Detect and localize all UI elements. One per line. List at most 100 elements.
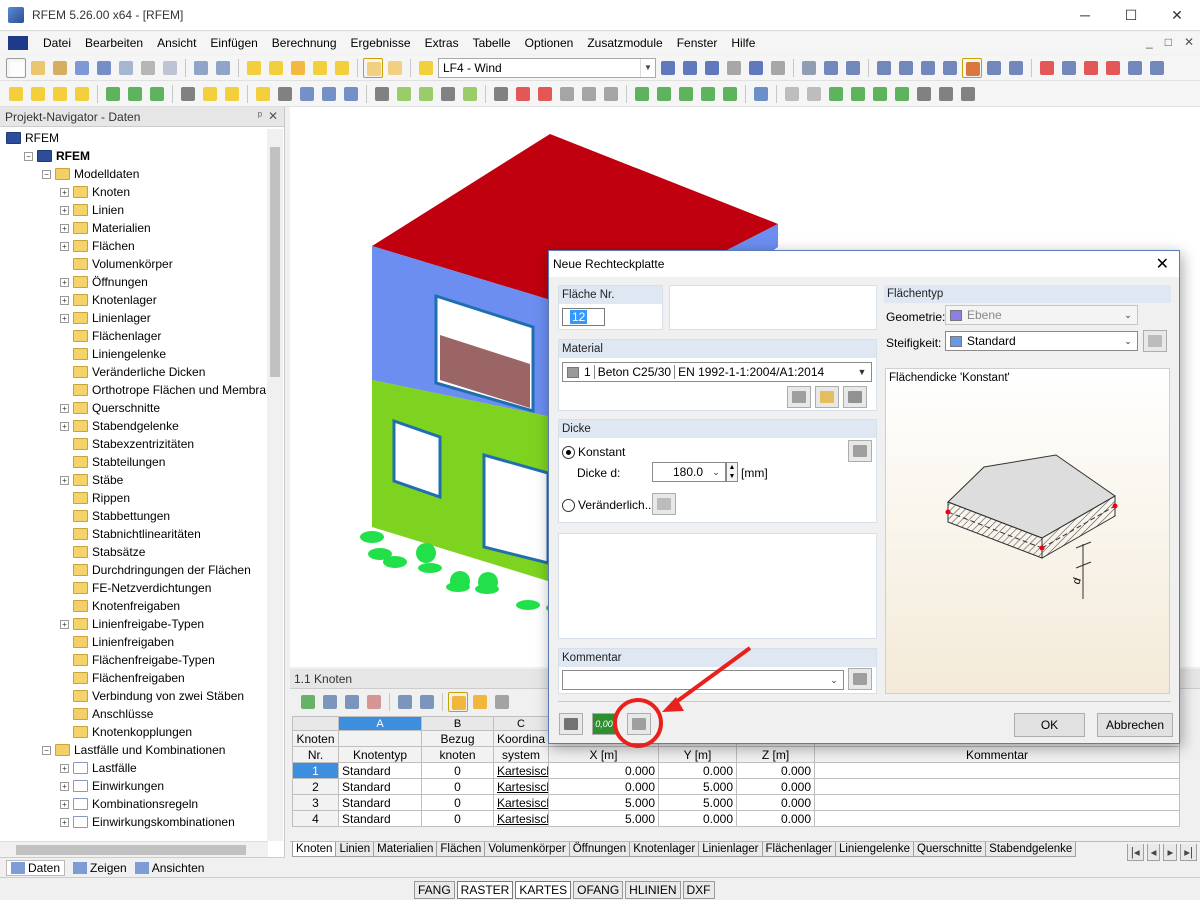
table-cell-nr[interactable]: 4 [292, 810, 339, 827]
navigator-close-icon[interactable]: ✕ [268, 109, 278, 123]
table-cell-typ[interactable]: Standard [338, 794, 422, 811]
tree-item[interactable]: Veränderliche Dicken [0, 363, 268, 381]
table-cell-y[interactable]: 0.000 [658, 810, 737, 827]
table-sync-icon[interactable] [448, 692, 468, 712]
sheet-tab[interactable]: Knoten [292, 842, 337, 857]
connect-icon[interactable] [1147, 58, 1167, 78]
tree-item[interactable]: Flächenfreigaben [0, 669, 268, 687]
table-cell-sys[interactable]: Kartesisch [493, 778, 549, 795]
sheet-tab[interactable]: Liniengelenke [834, 842, 914, 857]
tree-item[interactable]: Flächenfreigabe-Typen [0, 651, 268, 669]
col-letter-a[interactable]: A [338, 716, 422, 731]
expand-icon[interactable]: + [60, 403, 69, 413]
tree-item[interactable]: Stabteilungen [0, 453, 268, 471]
tree-item[interactable]: − Lastfälle und Kombinationen [0, 741, 268, 759]
sheet-tab[interactable]: Linienlager [698, 842, 763, 857]
menu-optionen[interactable]: Optionen [518, 36, 581, 50]
new-material-button[interactable] [815, 386, 839, 408]
status-hlinien[interactable]: HLINIEN [625, 881, 681, 899]
table-view-icon[interactable] [363, 57, 383, 78]
table-cell-sys[interactable]: Kartesisch [493, 762, 549, 779]
tree-item[interactable]: Anschlüsse [0, 705, 268, 723]
door-opening[interactable] [482, 453, 550, 565]
table-cell-kommentar[interactable] [814, 794, 1180, 811]
tree-item[interactable]: + Linienlager [0, 309, 268, 327]
tree-item[interactable]: − RFEM [0, 147, 268, 165]
expand-icon[interactable]: + [60, 223, 69, 233]
new-surface-icon[interactable] [72, 84, 92, 104]
new-node-icon[interactable] [6, 84, 26, 104]
edit-material-button[interactable] [843, 386, 867, 408]
target-icon[interactable] [288, 58, 308, 78]
expand-icon[interactable]: + [60, 421, 69, 431]
surface-number-field[interactable]: 12 [562, 308, 605, 326]
table-row[interactable]: 3 Standard 0 Kartesisch 5.000 5.000 0.000 [292, 794, 1180, 811]
table-select-icon[interactable] [470, 692, 490, 712]
tree-item[interactable]: Orthotrope Flächen und Membrar [0, 381, 268, 399]
edit-pencil-icon[interactable] [244, 58, 264, 78]
copy-icon[interactable] [332, 58, 352, 78]
tree-item[interactable]: Stabexzentrizitäten [0, 435, 268, 453]
table-filter-icon[interactable] [364, 692, 384, 712]
menu-tabelle[interactable]: Tabelle [466, 36, 518, 50]
tree-item[interactable]: Stabnichtlinearitäten [0, 525, 268, 543]
table-icon[interactable] [936, 84, 956, 104]
results-max-icon[interactable] [768, 58, 788, 78]
expand-icon[interactable]: + [60, 205, 69, 215]
results-on-icon[interactable] [702, 58, 722, 78]
mdi-minimize-button[interactable]: _ [1146, 35, 1153, 49]
expand-icon[interactable]: + [60, 817, 69, 827]
comment-icon[interactable] [804, 84, 824, 104]
table-cell-y[interactable]: 5.000 [658, 778, 737, 795]
expand-icon[interactable]: + [60, 241, 69, 251]
material-library-button[interactable] [787, 386, 811, 408]
table-cell-nr[interactable]: 1 [292, 762, 339, 779]
member-load-icon[interactable] [222, 84, 242, 104]
view-y-icon[interactable] [654, 84, 674, 104]
active-tool-icon[interactable] [962, 57, 982, 78]
tree-item[interactable]: + Knoten [0, 183, 268, 201]
minimize-button[interactable]: ─ [1062, 0, 1108, 31]
status-kartes[interactable]: KARTES [515, 881, 572, 899]
table-cell-y[interactable]: 5.000 [658, 794, 737, 811]
table-cell-bezug[interactable]: 0 [421, 794, 494, 811]
tree-item[interactable]: + Querschnitte [0, 399, 268, 417]
radio-veraenderlich[interactable]: Veränderlich... [562, 498, 655, 512]
table-cell-z[interactable]: 0.000 [736, 794, 815, 811]
new-load-icon[interactable] [178, 84, 198, 104]
view-rotate-icon[interactable] [720, 84, 740, 104]
menu-extras[interactable]: Extras [418, 36, 466, 50]
search-icon[interactable] [266, 58, 286, 78]
generate-loads-icon[interactable] [319, 84, 339, 104]
copy-move-icon[interactable] [940, 58, 960, 78]
zoom-window-icon[interactable] [535, 84, 555, 104]
view-z-icon[interactable] [676, 84, 696, 104]
collapse-icon[interactable]: − [42, 169, 51, 179]
snap-icon[interactable] [896, 58, 916, 78]
pin-icon[interactable]: ᵖ [258, 110, 262, 122]
grid-icon[interactable] [874, 58, 894, 78]
table-cell-kommentar[interactable] [814, 810, 1180, 827]
menu-hilfe[interactable]: Hilfe [724, 36, 762, 50]
last-sheet-button[interactable]: ▸| [1180, 844, 1197, 861]
expand-icon[interactable]: + [60, 313, 69, 323]
cut-icon[interactable] [1037, 58, 1057, 78]
table-cell-sys[interactable]: Kartesisch [493, 810, 549, 827]
print-icon[interactable] [138, 58, 158, 78]
table-delete-row-icon[interactable] [342, 692, 362, 712]
tab-ansichten[interactable]: Ansichten [134, 861, 204, 875]
close-button[interactable]: ✕ [1154, 0, 1200, 31]
first-sheet-button[interactable]: |◂ [1126, 844, 1144, 861]
table-row[interactable]: 2 Standard 0 Kartesisch 0.000 5.000 0.000 [292, 778, 1180, 795]
table-vertical-scrollbar[interactable] [1182, 716, 1198, 846]
expand-icon[interactable]: + [60, 763, 69, 773]
open-project-icon[interactable] [50, 58, 70, 78]
view-solid-icon[interactable] [601, 84, 621, 104]
table-cell-typ[interactable]: Standard [338, 778, 422, 795]
tree-item[interactable]: Durchdringungen der Flächen [0, 561, 268, 579]
variable-thickness-button[interactable] [652, 493, 676, 515]
table-row[interactable]: 1 Standard 0 Kartesisch 0.000 0.000 0.000 [292, 762, 1180, 779]
table-refresh-icon[interactable] [492, 692, 512, 712]
document-icon[interactable] [8, 36, 28, 50]
sheet-tab[interactable]: Linien [335, 842, 375, 857]
